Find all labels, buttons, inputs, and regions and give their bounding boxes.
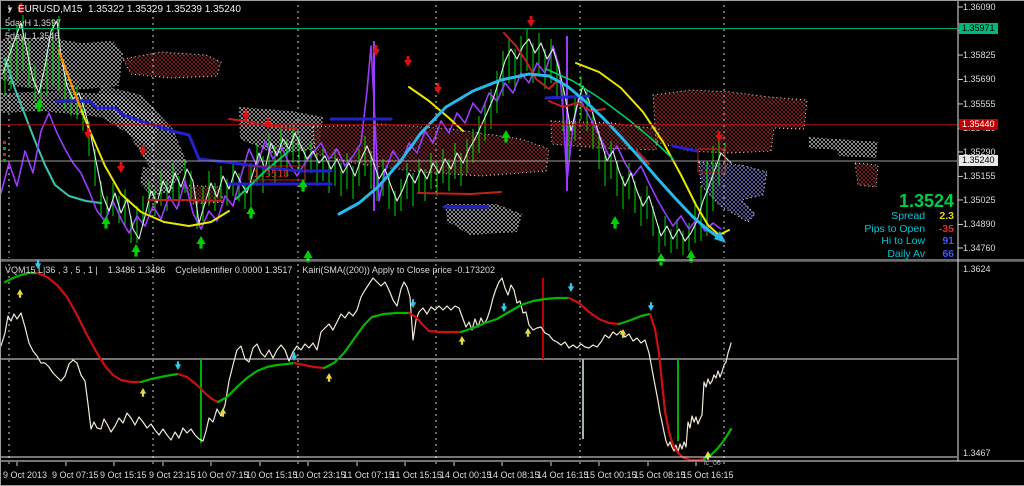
price-tick-label: 1.35555 [963, 98, 996, 109]
info-row: Pips to Open -35 [864, 223, 954, 236]
down-arrow-signal [434, 83, 442, 94]
time-tick-label: 15 Oct 08:15 [634, 470, 686, 480]
ichimoku-cloud [122, 51, 222, 79]
time-tick-label: 10 Oct 15:15 [246, 470, 298, 480]
vq-smooth-green [459, 296, 571, 334]
edge-marker [3, 147, 6, 150]
vq-smooth-red [35, 271, 143, 384]
vq-smooth-green [139, 372, 180, 384]
chart-title: ▼ EURUSD,M15 1.35322 1.35329 1.35239 1.35… [6, 4, 241, 15]
price-tick-label: 1.35025 [963, 194, 996, 205]
price-badge: 1.35240 [959, 155, 998, 167]
down-arrow-signal [567, 283, 575, 292]
chart-dropdown-icon[interactable]: ▼ [6, 5, 14, 14]
up-arrow-signal [246, 206, 256, 219]
info-row-label: Daily Av [887, 247, 928, 260]
five-day-low-label: 5dayL 1.3546 [5, 31, 60, 41]
time-tick-label: 14 Oct 00:15 [440, 470, 492, 480]
time-tick-label: 9 Oct 07:15 [52, 470, 99, 480]
up-arrow-signal [139, 388, 147, 397]
info-row-label: Pips to Open [864, 222, 928, 235]
vq-smooth-red [176, 372, 220, 404]
up-arrow-signal [524, 328, 532, 337]
time-tick-label: 14 Oct 08:15 [488, 470, 540, 480]
down-arrow-signal [500, 303, 508, 312]
up-arrow-signal [303, 250, 313, 263]
time-tick-label: 9 Oct 15:15 [100, 470, 147, 480]
down-arrow-signal [404, 56, 412, 67]
time-tick-label: 15 Oct 00:15 [585, 470, 637, 480]
price-tick-label: 1.35690 [963, 74, 996, 85]
price-tick-label: 1.35825 [963, 50, 996, 61]
vq-smooth-green [617, 312, 652, 326]
info-row-label: Spread [891, 210, 928, 222]
down-arrow-signal [174, 361, 182, 370]
time-tick-label: 9 Oct 2013 [3, 470, 48, 480]
vq-values: 1.3486 1.3486 [107, 265, 166, 275]
time-tick-label: 9 Oct 23:15 [149, 470, 196, 480]
up-arrow-signal [16, 289, 24, 298]
price-badge: 1.35440 [959, 118, 998, 130]
info-row-value: 66 [942, 247, 954, 260]
time-tick-label: 10 Oct 23:15 [294, 470, 346, 480]
up-arrow-signal [298, 179, 308, 192]
tenkan-red-segment [417, 191, 502, 195]
indicator-scale-label: 1.3467 [963, 448, 991, 458]
ichimoku-cloud [445, 204, 522, 235]
chart-object-tag: ic_06 [704, 460, 721, 467]
time-tick-label: 11 Oct 15:15 [391, 470, 442, 480]
price-badge: 1.35971 [959, 22, 998, 34]
time-tick-label: 10 Oct 07:15 [197, 470, 249, 480]
current-price-display: 1.3524 [898, 191, 954, 211]
info-row: Daily Av 66 [864, 248, 954, 261]
price-tick-label: 1.34760 [963, 243, 996, 253]
info-row-label: Hi to Low [881, 235, 928, 247]
up-arrow-signal [686, 250, 696, 263]
vq-smooth-red [407, 311, 463, 334]
down-arrow-signal [117, 162, 125, 173]
info-panel: 1.3524 Spread 2.3 Pips to Open -35 Hi to L… [864, 192, 954, 260]
time-tick-label: 14 Oct 16:15 [537, 470, 589, 480]
vq-smooth-green [216, 361, 296, 404]
down-arrow-signal [647, 302, 655, 311]
indicator-window-header: VQM15 L|36 , 3 , 5 , 1 | 1.3486 1.3486 Cyc… [5, 265, 505, 275]
edge-marker [3, 153, 6, 156]
five-day-high-label: 5dayH 1.3597 [5, 18, 62, 28]
time-tick-label: 15 Oct 16:15 [682, 470, 734, 480]
vq-price-line [1, 277, 732, 453]
ichimoku-cloud [698, 161, 768, 223]
tenkan-red-segment [147, 199, 223, 202]
info-row-value: 2.3 [939, 210, 954, 222]
info-row-value: -35 [938, 222, 954, 235]
indicator-scale-label: 1.3624 [963, 264, 991, 274]
up-arrow-signal [196, 236, 206, 249]
up-arrow-signal [610, 216, 620, 229]
ichimoku-cloud [1, 37, 123, 91]
ichimoku-cloud [854, 162, 879, 188]
info-row-value: 91 [942, 235, 954, 247]
info-row: Spread 2.3 [864, 210, 954, 223]
symbol-period-label: EURUSD,M15 [17, 4, 83, 15]
ichimoku-cloud [652, 89, 808, 154]
edge-marker [3, 141, 6, 144]
up-arrow-signal [458, 336, 466, 345]
kairi-label: Kairi(SMA((200)) Apply to Close price -0… [302, 265, 495, 275]
ohlc-values: 1.35322 1.35329 1.35239 1.35240 [87, 4, 241, 15]
down-arrow-signal [527, 16, 535, 27]
info-row: Hi to Low 91 [864, 235, 954, 248]
up-arrow-signal [656, 253, 666, 266]
vq-smooth-red [567, 296, 621, 326]
price-tick-label: 1.34890 [963, 219, 996, 230]
ichimoku-cloud [809, 137, 878, 158]
mt4-chart-window: 1.3518 ▼ EURUSD,M15 1.35322 1.35329 1.352… [0, 0, 1024, 486]
edge-marker [3, 159, 6, 162]
time-tick-label: 11 Oct 07:15 [343, 470, 394, 480]
up-arrow-signal [131, 244, 141, 257]
price-tick-label: 1.36090 [963, 2, 996, 12]
up-arrow-signal [325, 373, 333, 382]
cycleidentifier-label: CycleIdentifier 0.0000 1.3517 [175, 265, 293, 275]
price-tick-label: 1.35155 [963, 171, 996, 182]
vq-indicator-label: VQM15 L|36 , 3 , 5 , 1 | [5, 265, 98, 275]
red-box-label: 1.3518 [253, 169, 289, 180]
